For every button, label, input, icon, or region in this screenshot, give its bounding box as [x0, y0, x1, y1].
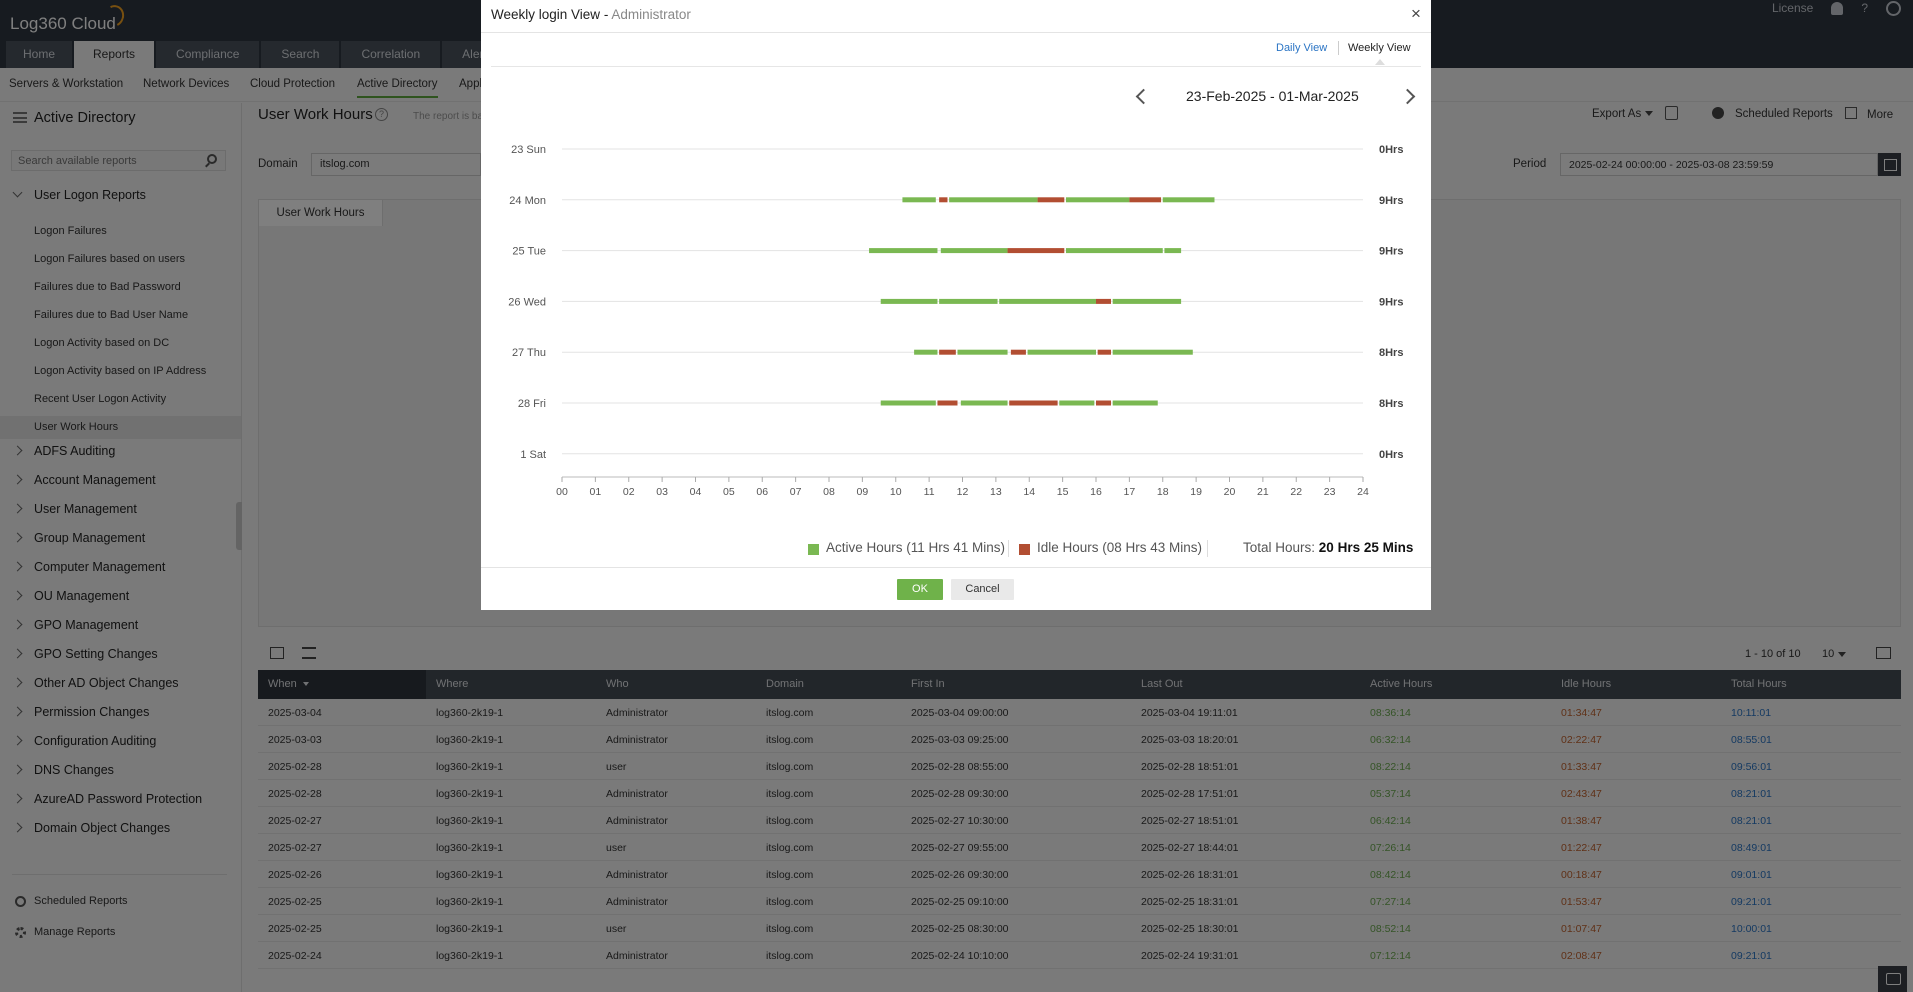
active-segment [940, 248, 1008, 254]
x-tick-label: 22 [1290, 486, 1302, 498]
chevron-left-icon[interactable] [1135, 88, 1152, 105]
chart-legend: Active Hours (11 Hrs 41 Mins) Idle Hours… [481, 538, 1431, 558]
x-tick-label: 17 [1124, 486, 1136, 498]
divider [491, 66, 1421, 67]
weekly-login-dialog: Weekly login View - Administrator × Dail… [481, 0, 1431, 610]
dialog-title-text: Weekly login View [491, 7, 601, 22]
active-segment [902, 197, 936, 203]
legend-active: Active Hours (11 Hrs 41 Mins) [826, 540, 1006, 555]
idle-segment [1010, 349, 1026, 355]
day-total-label: 0Hrs [1379, 449, 1403, 461]
date-range-label: 23-Feb-2025 - 01-Mar-2025 [1186, 88, 1359, 104]
x-tick-label: 15 [1057, 486, 1069, 498]
chevron-right-icon[interactable] [1399, 88, 1416, 105]
dialog-title: Weekly login View - Administrator [491, 7, 691, 22]
day-total-label: 9Hrs [1379, 246, 1403, 258]
x-tick-label: 21 [1257, 486, 1269, 498]
x-tick-label: 13 [990, 486, 1002, 498]
x-tick-label: 08 [823, 486, 835, 498]
idle-segment [1096, 400, 1112, 406]
x-tick-label: 18 [1157, 486, 1169, 498]
active-segment [957, 349, 1008, 355]
active-segment [1112, 400, 1158, 406]
day-label: 1 Sat [520, 449, 546, 461]
x-tick-label: 02 [623, 486, 635, 498]
x-tick-label: 24 [1357, 486, 1369, 498]
x-tick-label: 05 [723, 486, 735, 498]
idle-segment [1007, 248, 1065, 254]
day-total-label: 8Hrs [1379, 398, 1403, 410]
legend-idle: Idle Hours (08 Hrs 43 Mins) [1037, 540, 1203, 555]
active-segment [1059, 400, 1095, 406]
day-label: 24 Mon [509, 195, 546, 207]
weekly-timeline-chart: 23 Sun 0Hrs 24 Mon 9Hrs 25 Tue 9Hrs 26 Wed 9Hrs… [508, 144, 1403, 498]
x-tick-label: 04 [690, 486, 702, 498]
x-tick-label: 11 [924, 486, 935, 498]
legend-separator [1008, 540, 1009, 557]
idle-segment [1096, 298, 1112, 304]
cancel-button[interactable]: Cancel [951, 579, 1014, 600]
day-label: 27 Thu [512, 347, 546, 359]
legend-total: Total Hours: 20 Hrs 25 Mins [1243, 540, 1413, 555]
idle-segment [937, 400, 958, 406]
idle-segment [939, 197, 948, 203]
x-tick-label: 20 [1224, 486, 1236, 498]
legend-idle-swatch [1019, 544, 1030, 555]
day-label: 23 Sun [511, 144, 546, 156]
active-segment [999, 298, 1096, 304]
active-segment [939, 298, 998, 304]
legend-active-swatch [808, 544, 819, 555]
view-separator [1338, 41, 1339, 55]
day-total-label: 8Hrs [1379, 347, 1403, 359]
x-tick-label: 10 [890, 486, 902, 498]
x-tick-label: 12 [957, 486, 969, 498]
active-segment [1027, 349, 1096, 355]
x-tick-label: 01 [590, 486, 602, 498]
x-tick-label: 03 [656, 486, 668, 498]
x-tick-label: 14 [1023, 486, 1035, 498]
legend-separator [1207, 540, 1208, 557]
x-tick-label: 23 [1324, 486, 1336, 498]
x-tick-label: 09 [857, 486, 869, 498]
divider [481, 567, 1431, 568]
dialog-title-separator: - [600, 7, 612, 22]
close-icon[interactable]: × [1411, 5, 1421, 23]
idle-segment [1037, 197, 1065, 203]
active-segment [949, 197, 1038, 203]
weekly-view-link[interactable]: Weekly View [1348, 42, 1411, 54]
x-tick-label: 06 [756, 486, 768, 498]
active-segment [914, 349, 938, 355]
idle-segment [1009, 400, 1058, 406]
idle-segment [1129, 197, 1162, 203]
active-segment [1112, 349, 1193, 355]
active-segment [1164, 248, 1182, 254]
ok-button[interactable]: OK [897, 579, 943, 600]
day-total-label: 0Hrs [1379, 144, 1403, 156]
active-segment [869, 248, 938, 254]
x-tick-label: 00 [556, 486, 568, 498]
x-tick-label: 16 [1090, 486, 1102, 498]
idle-segment [939, 349, 956, 355]
active-segment [1162, 197, 1215, 203]
dialog-subtitle: Administrator [611, 7, 691, 22]
day-label: 26 Wed [508, 296, 546, 308]
x-tick-label: 19 [1190, 486, 1202, 498]
divider [481, 32, 1431, 33]
x-tick-label: 07 [790, 486, 802, 498]
day-total-label: 9Hrs [1379, 296, 1403, 308]
active-segment [1065, 248, 1163, 254]
active-view-pointer [1375, 59, 1385, 65]
active-segment [960, 400, 1008, 406]
total-label: Total Hours: [1243, 540, 1316, 555]
day-total-label: 9Hrs [1379, 195, 1403, 207]
active-segment [880, 400, 936, 406]
daily-view-link[interactable]: Daily View [1276, 42, 1327, 54]
idle-segment [1097, 349, 1112, 355]
day-label: 25 Tue [512, 246, 546, 258]
active-segment [1112, 298, 1182, 304]
active-segment [880, 298, 938, 304]
day-label: 28 Fri [518, 398, 546, 410]
total-value: 20 Hrs 25 Mins [1318, 540, 1414, 555]
active-segment [1065, 197, 1130, 203]
